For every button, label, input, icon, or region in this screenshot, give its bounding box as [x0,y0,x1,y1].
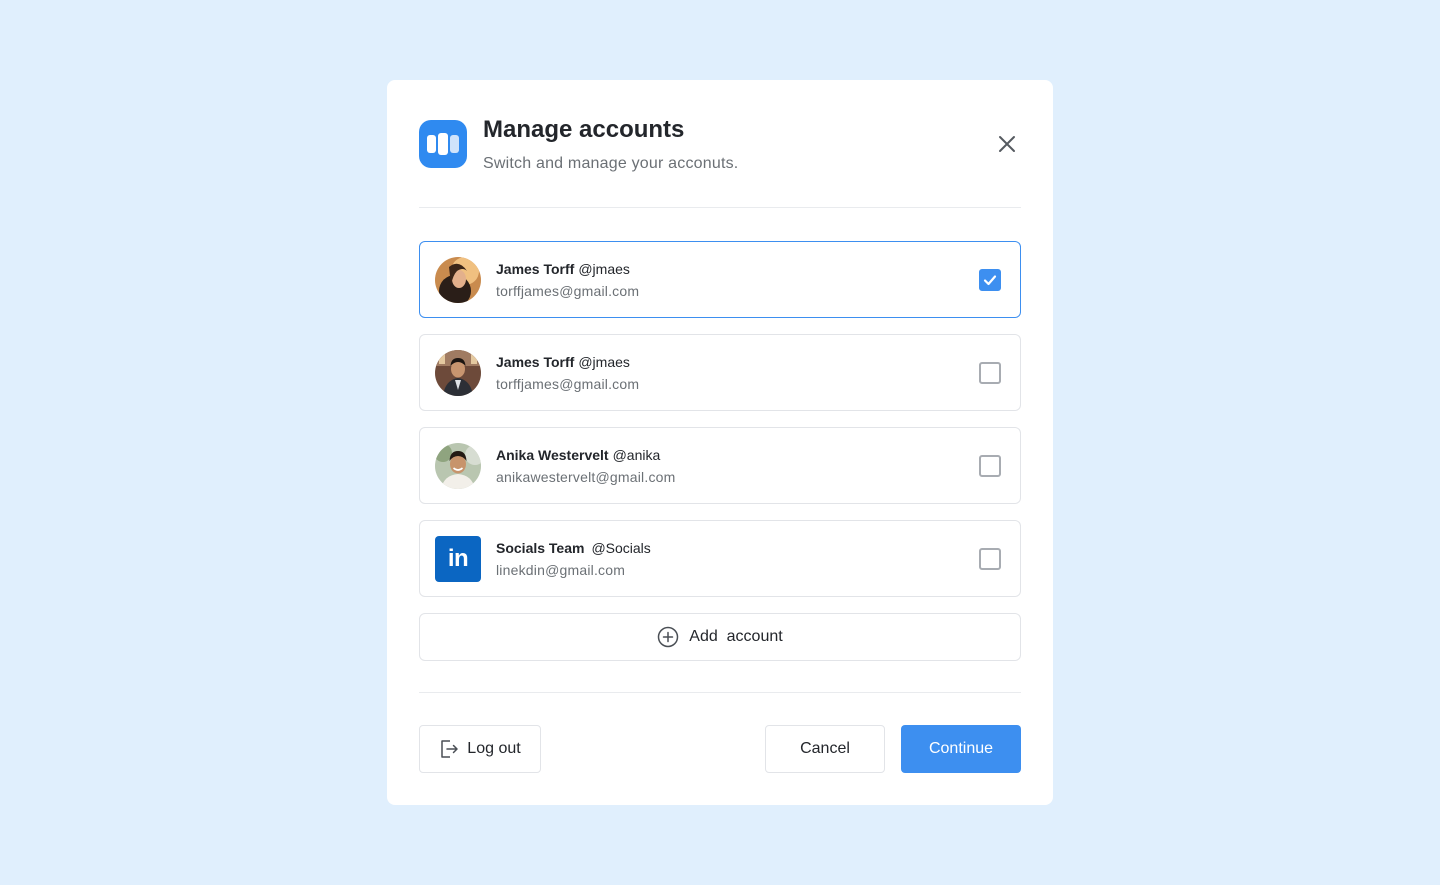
account-name: James Torff [496,354,575,370]
modal-subtitle: Switch and manage your acconuts. [483,155,739,172]
header-divider [419,207,1021,208]
add-account-button[interactable]: Add account [419,613,1021,661]
add-account-label: Add account [689,628,783,645]
linkedin-logo-text: in [447,545,469,572]
account-email: torffjames@gmail.com [496,376,640,392]
close-icon[interactable] [995,132,1019,156]
account-name-line: James Torff @jmaes [496,354,630,370]
logout-button[interactable]: Log out [419,725,541,773]
account-email: torffjames@gmail.com [496,283,640,299]
account-checkbox[interactable] [979,455,1001,477]
account-handle: @anika [612,447,661,463]
avatar [435,443,481,489]
check-icon [983,275,997,286]
account-list: James Torff@jmaes torffjames@gmail.com [419,241,1021,661]
account-handle: @Socials [591,540,651,556]
account-name-line: James Torff @jmaes [496,261,630,277]
account-item[interactable]: in Socials Team @Socials linekdin@gmail.c… [419,520,1021,597]
account-checkbox[interactable] [979,548,1001,570]
continue-button[interactable]: Continue [901,725,1021,773]
account-name: Anika Westervelt [496,447,609,463]
account-item[interactable]: James Torff @jmaes torffjames@gmail.com [419,334,1021,411]
avatar [435,257,481,303]
logout-label: Log out [467,740,521,757]
account-item[interactable]: Anika Westervelt @anika anikawestervelt@g… [419,427,1021,504]
account-email: linekdin@gmail.com [496,562,626,578]
app-logo-icon [419,120,467,168]
account-checkbox[interactable] [979,362,1001,384]
logout-icon [441,740,459,758]
plus-circle-icon [658,626,679,648]
account-item[interactable]: James Torff @jmaes torffjames@gmail.com [419,241,1021,318]
avatar [435,350,481,396]
manage-accounts-modal: Manage accounts Switch and manage your a… [387,80,1053,805]
account-name-line: Socials Team @Socials [496,540,651,556]
modal-header: Manage accounts Switch and manage your a… [419,116,1021,176]
linkedin-logo-icon: in [435,536,481,582]
modal-title: Manage accounts [483,116,685,143]
account-handle: @jmaes [578,354,630,370]
account-checkbox[interactable] [979,269,1001,291]
cancel-button[interactable]: Cancel [765,725,885,773]
account-name-line: Anika Westervelt @anika [496,447,660,463]
account-email: anikawestervelt@gmail.com [496,469,676,485]
account-handle: @jmaes [578,261,630,277]
account-name: James Torff [496,261,575,277]
account-name: Socials Team [496,540,585,556]
footer-divider [419,692,1021,693]
